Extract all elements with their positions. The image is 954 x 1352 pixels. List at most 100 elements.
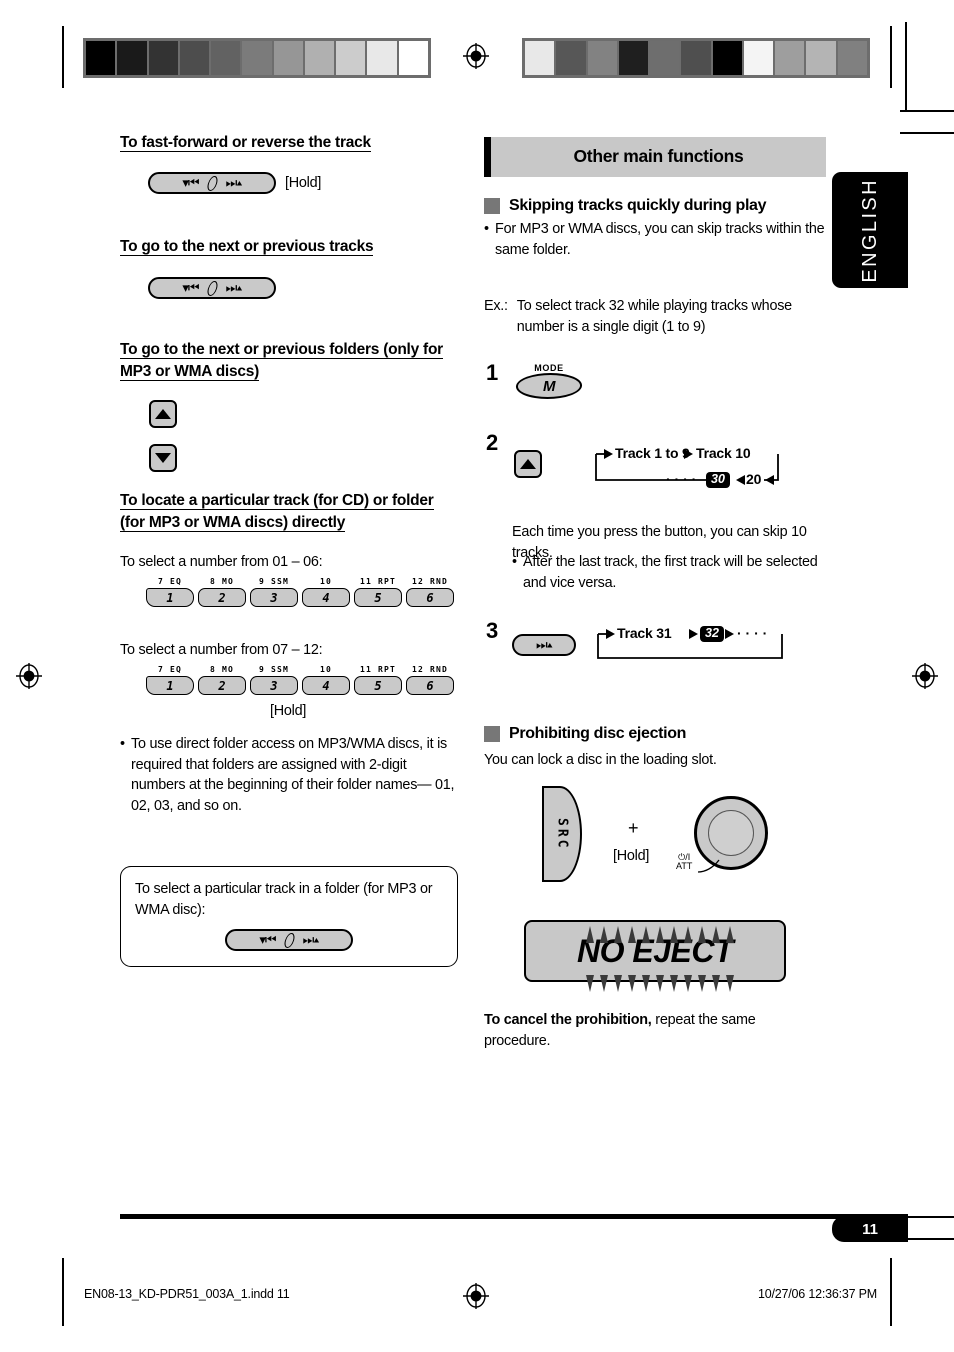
number-button-3[interactable]: 9 SSM 3 <box>250 665 298 695</box>
triangle-up-icon <box>155 409 171 419</box>
colorbar-swatch <box>587 41 619 75</box>
section-next-track: To go to the next or previous tracks <box>120 236 462 258</box>
step-3-flow-label-a: Track 31 <box>617 625 672 641</box>
number-button-2[interactable]: 8 MO 2 <box>198 577 246 607</box>
step-2-flow-dots: · · · · <box>666 471 697 487</box>
number-button-5[interactable]: 11 RPT 5 <box>354 665 402 695</box>
registration-mark-left-middle <box>16 663 42 689</box>
mode-button-key: M <box>514 373 584 399</box>
number-button-1[interactable]: 7 EQ 1 <box>146 577 194 607</box>
number-button-caption: 11 RPT <box>359 577 397 586</box>
registration-mark-bottom-center <box>463 1283 489 1309</box>
footer-rule <box>120 1214 908 1219</box>
colorbar-swatch <box>273 41 305 75</box>
triangle-up-icon <box>520 459 536 469</box>
section-folders-heading: To go to the next or previous folders (o… <box>120 341 443 381</box>
number-button-6[interactable]: 12 RND 6 <box>406 577 454 607</box>
number-button-row-primary: 7 EQ 1 8 MO 2 9 SSM 3 10 4 11 RPT 5 12 RND 6 <box>146 577 454 607</box>
skip-intro-text: For MP3 or WMA discs, you can skip track… <box>495 221 825 258</box>
track-in-folder-callout-text: To select a particular track in a folder… <box>135 881 433 918</box>
next-track-button-row: ▾⏮ ⏭▴ <box>148 277 276 299</box>
crop-mark-right-lower-horizontal-b <box>900 1238 954 1240</box>
pill-divider-icon <box>205 280 219 296</box>
step-2-note-bullet-text: After the last track, the first track wi… <box>523 554 818 591</box>
fast-forward-hold-label: [Hold] <box>285 174 322 191</box>
bullet-icon: • <box>512 554 518 570</box>
colorbar-swatch <box>743 41 776 75</box>
src-button[interactable]: SRC <box>542 786 582 882</box>
direct-folder-note: • To use direct folder access on MP3/WMA… <box>120 734 460 817</box>
colorbar-swatch <box>775 41 807 75</box>
knob-leader-line-icon <box>697 859 720 873</box>
colorbar-right <box>522 38 870 78</box>
language-thumb-tab: ENGLISH <box>832 172 908 288</box>
step-3-number: 3 <box>486 618 499 643</box>
bullet-icon: • <box>120 736 126 752</box>
skip-example-label: Ex.: <box>484 298 508 314</box>
track-previous-icon: ▾⏮ <box>259 932 276 948</box>
number-button-digit: 4 <box>302 676 350 695</box>
track-next-icon: ⏭▴ <box>535 637 553 652</box>
number-button-3[interactable]: 9 SSM 3 <box>250 577 298 607</box>
number-button-caption: 8 MO <box>209 577 235 586</box>
colorbar-swatch <box>242 41 274 75</box>
number-button-1[interactable]: 7 EQ 1 <box>146 665 194 695</box>
number-button-caption: 12 RND <box>411 577 449 586</box>
bullet-icon: • <box>484 221 490 237</box>
crop-mark-right-lower-horizontal-a <box>900 1216 954 1218</box>
step-3-track-next-button[interactable]: ⏭▴ <box>512 634 576 656</box>
number-button-digit: 3 <box>250 588 298 607</box>
callout-track-rocker-button[interactable]: ▾⏮ ⏭▴ <box>225 929 353 952</box>
page-number-label: 11 <box>862 1220 878 1238</box>
colorbar-swatch <box>336 41 368 75</box>
language-thumb-tab-label: ENGLISH <box>858 177 881 283</box>
seek-rocker-button[interactable]: ▾⏮ ⏭▴ <box>148 172 276 194</box>
step-2-folder-up-button[interactable] <box>514 450 542 478</box>
number-button-caption: 8 MO <box>209 665 235 674</box>
number-button-caption: 9 SSM <box>258 665 290 674</box>
track-previous-icon: ▾⏮ <box>182 280 199 295</box>
step-2-number: 2 <box>486 430 499 455</box>
number-button-digit: 4 <box>302 588 350 607</box>
subsection-skipping-tracks: Skipping tracks quickly during play <box>484 197 826 215</box>
number-button-caption: 11 RPT <box>359 665 397 674</box>
number-button-caption: 12 RND <box>411 665 449 674</box>
number-button-digit: 6 <box>406 588 454 607</box>
triangle-down-icon <box>155 453 171 463</box>
mode-button[interactable]: MODE M <box>514 363 584 399</box>
number-button-digit: 2 <box>198 676 246 695</box>
colorbar-swatch <box>367 41 399 75</box>
number-button-4[interactable]: 10 4 <box>302 665 350 695</box>
registration-mark-right-middle <box>912 663 938 689</box>
footer-timestamp: 10/27/06 12:36:37 PM <box>758 1287 878 1301</box>
step-2-flow-label-a: Track 1 to 9 <box>615 445 690 461</box>
number-button-2[interactable]: 8 MO 2 <box>198 665 246 695</box>
flash-spikes-bottom-icon <box>586 975 734 992</box>
number-button-5[interactable]: 11 RPT 5 <box>354 577 402 607</box>
seek-forward-icon: ⏭▴ <box>225 175 243 190</box>
number-button-6[interactable]: 12 RND 6 <box>406 665 454 695</box>
track-rocker-button[interactable]: ▾⏮ ⏭▴ <box>148 277 276 299</box>
colorbar-swatch <box>837 41 867 75</box>
number-button-row-secondary: 7 EQ 1 8 MO 2 9 SSM 3 10 4 11 RPT 5 12 RND 6 <box>146 665 454 695</box>
colorbar-swatch <box>556 41 588 75</box>
colorbar-swatch <box>179 41 212 75</box>
fast-forward-button-row: ▾⏮ ⏭▴ [Hold] <box>148 172 321 194</box>
folder-up-button[interactable] <box>149 400 177 428</box>
colorbar-swatch <box>618 41 651 75</box>
number-button-4[interactable]: 10 4 <box>302 577 350 607</box>
folder-down-button[interactable] <box>149 444 177 472</box>
colorbar-swatch <box>681 41 713 75</box>
colorbar-swatch <box>650 41 682 75</box>
section-fast-forward-heading: To fast-forward or reverse the track <box>120 134 371 152</box>
colorbar-swatch <box>398 41 428 75</box>
track-next-icon: ⏭▴ <box>225 280 243 295</box>
number-button-digit: 1 <box>146 676 194 695</box>
number-button-digit: 5 <box>354 588 402 607</box>
locate-line-07-12: To select a number from 07 – 12: <box>120 642 323 658</box>
pill-divider-icon <box>282 932 296 948</box>
colorbar-swatch <box>712 41 744 75</box>
colorbar-swatch <box>211 41 243 75</box>
colorbar-swatch <box>806 41 838 75</box>
step-2-flow-chip-label: 30 <box>706 472 730 488</box>
